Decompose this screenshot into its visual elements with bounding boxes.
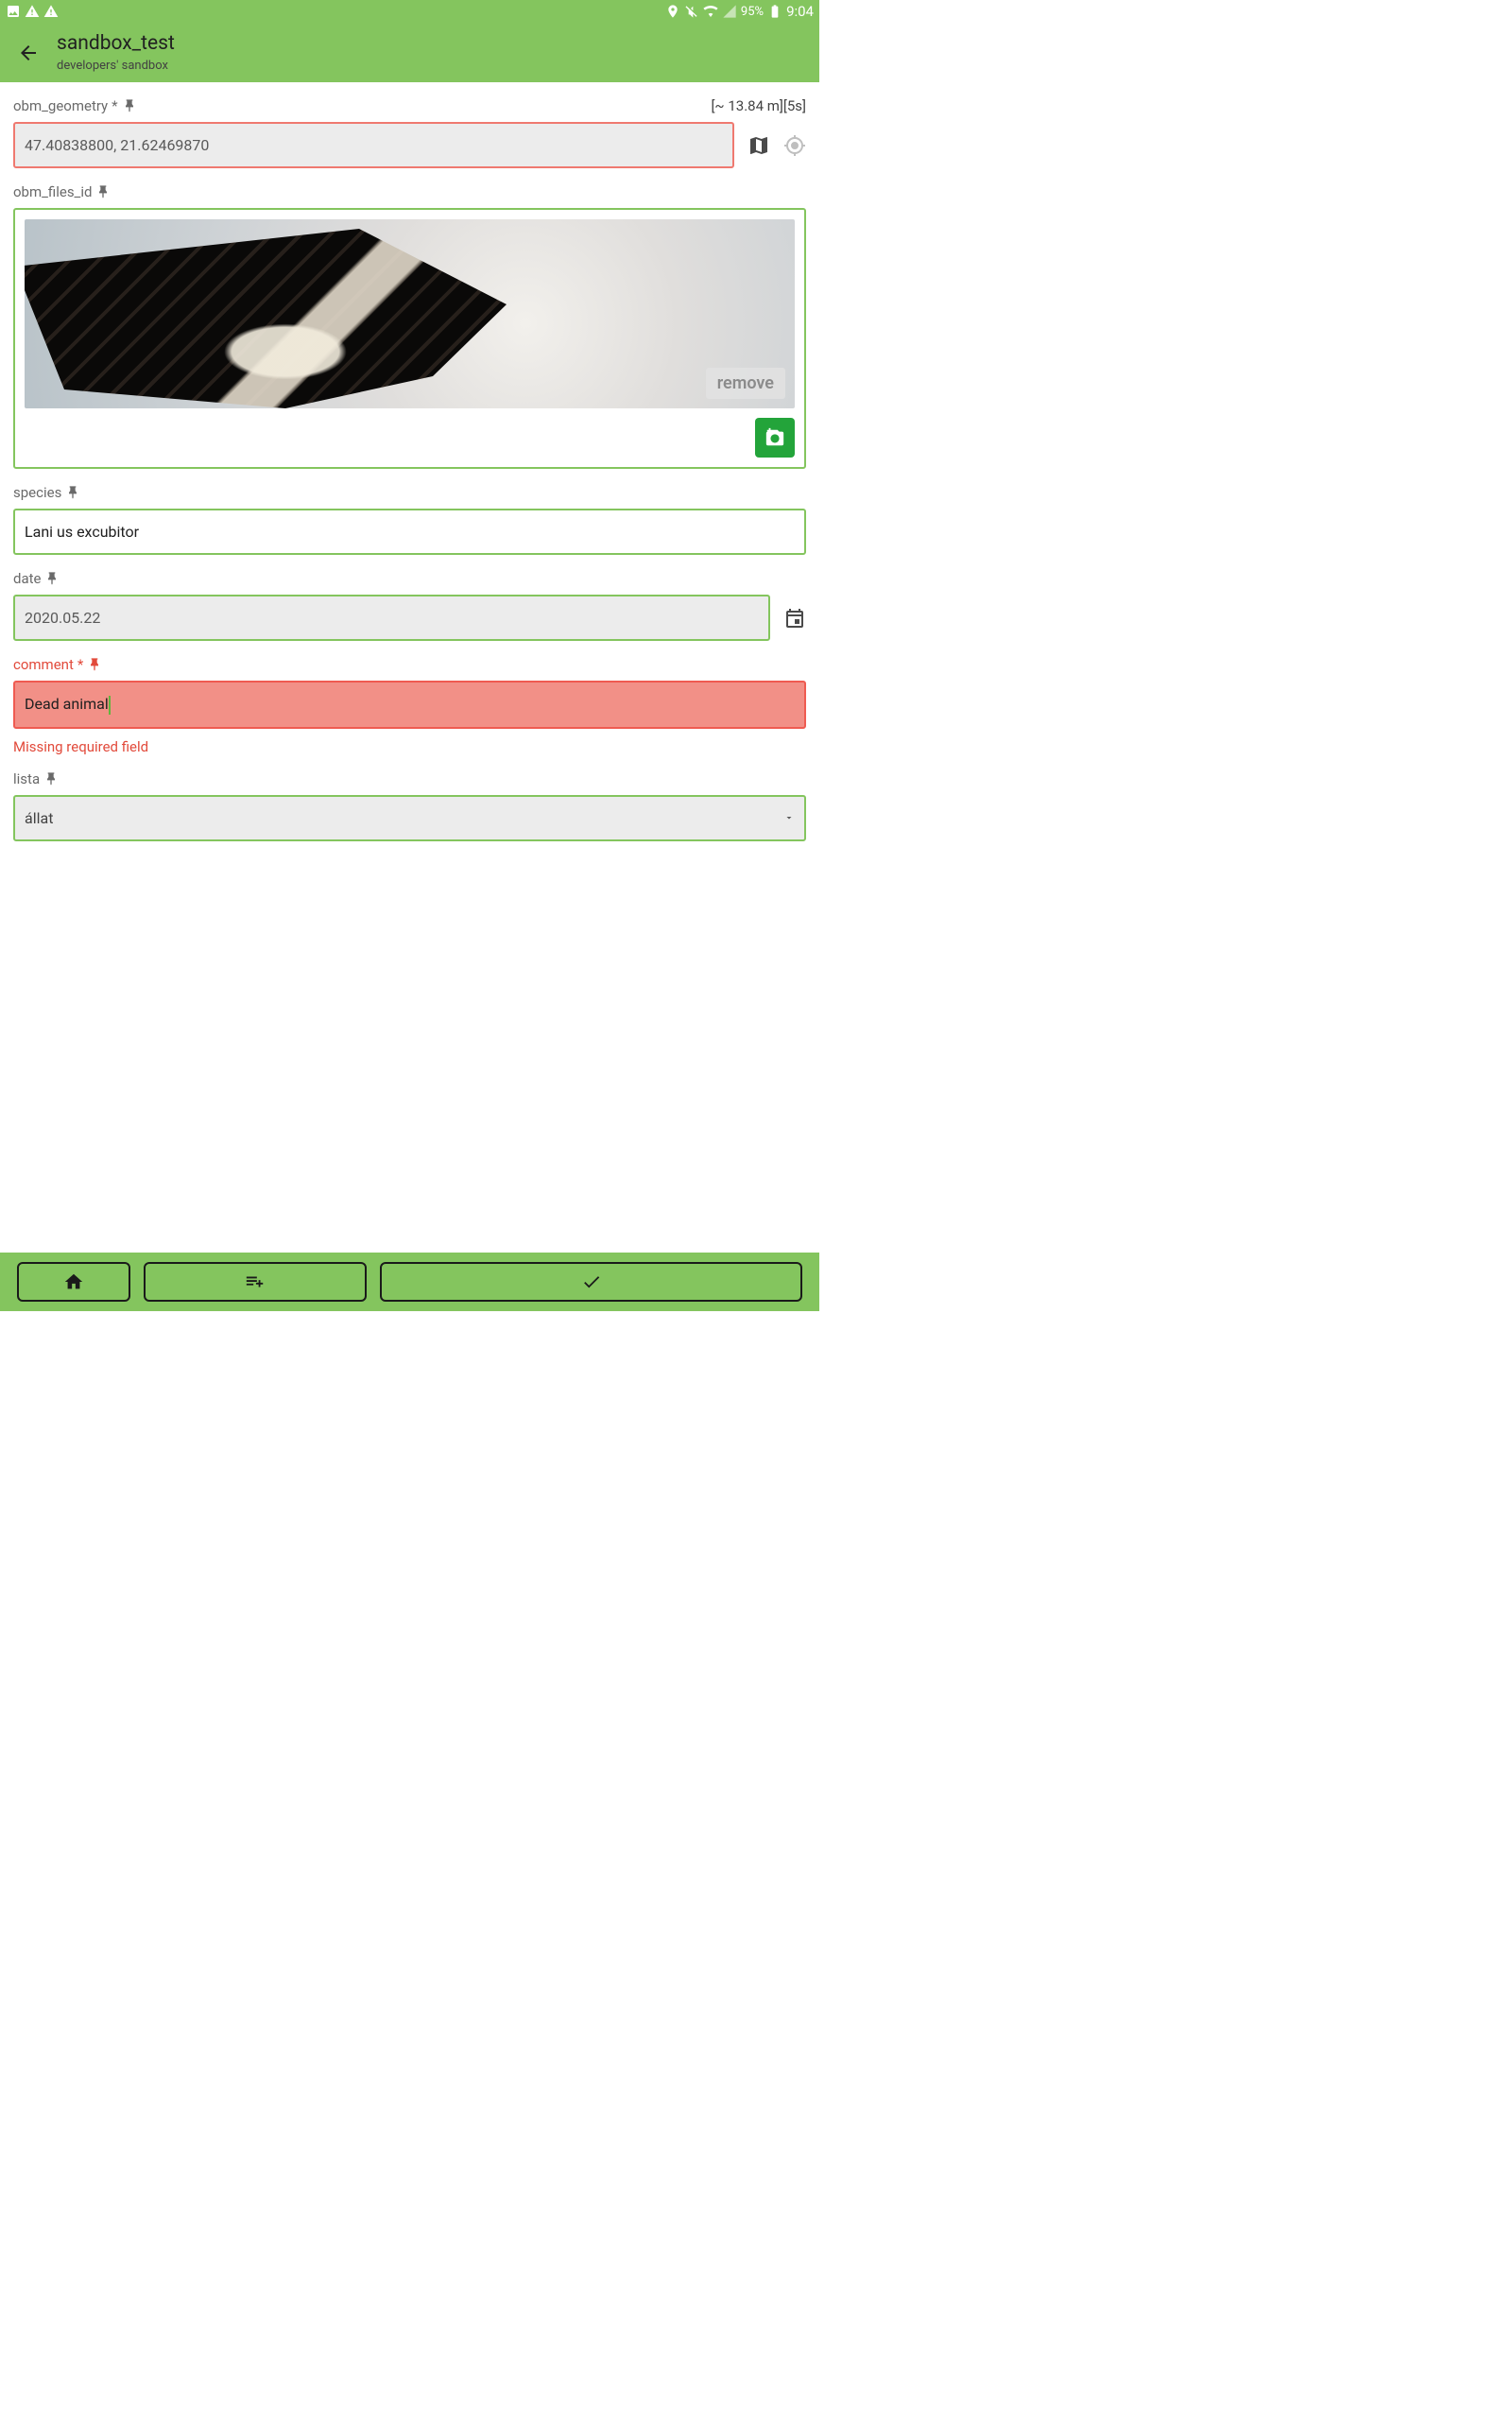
home-icon [63,1271,84,1292]
battery-icon [767,4,782,19]
comment-label: comment [13,656,74,673]
battery-pct: 95% [741,5,764,19]
files-label: obm_files_id [13,183,92,200]
geometry-label: obm_geometry [13,97,108,114]
clock: 9:04 [786,3,814,20]
lista-selected-value: állat [25,809,53,827]
warning-icon [25,4,40,19]
warning-icon [43,4,59,19]
status-bar: 95% 9:04 [0,0,819,23]
page-subtitle: developers' sandbox [57,59,175,73]
image-icon [6,4,21,19]
add-photo-button[interactable] [755,418,795,458]
back-arrow-icon[interactable] [17,42,40,64]
accuracy-text: [~ 13.84 m][5s] [711,97,806,114]
check-icon [581,1271,602,1292]
pin-icon[interactable] [95,184,111,199]
camera-add-icon [765,427,785,448]
date-input[interactable]: 2020.05.22 [13,595,770,641]
gps-icon[interactable] [783,134,806,157]
lista-label: lista [13,770,40,787]
comment-error: Missing required field [13,738,806,755]
bottom-bar [0,1253,819,1311]
pin-icon[interactable] [65,485,80,500]
home-button[interactable] [17,1262,130,1302]
required-asterisk: * [77,656,83,673]
date-label: date [13,570,41,587]
wifi-icon [703,4,718,19]
attached-photo[interactable]: remove [25,219,795,408]
app-bar: sandbox_test developers' sandbox [0,23,819,82]
calendar-icon[interactable] [783,607,806,630]
playlist-add-icon [245,1271,266,1292]
status-left [6,4,59,19]
files-panel: remove [13,208,806,469]
pin-icon[interactable] [43,771,59,786]
remove-photo-button[interactable]: remove [706,368,785,399]
species-label: species [13,484,61,501]
pin-icon[interactable] [44,571,60,586]
confirm-button[interactable] [380,1262,802,1302]
status-right: 95% 9:04 [665,3,814,20]
species-input[interactable]: Lani us excubitor [13,509,806,555]
text-caret [109,696,111,715]
add-to-list-button[interactable] [144,1262,367,1302]
comment-input[interactable]: Dead animal [13,681,806,729]
form-main: obm_geometry * [~ 13.84 m][5s] 47.408388… [0,82,819,1253]
chevron-down-icon [783,812,795,823]
lista-select[interactable]: állat [13,795,806,841]
signal-icon [722,4,737,19]
map-icon[interactable] [747,134,770,157]
pin-icon[interactable] [122,98,137,113]
vibrate-mute-icon [684,4,699,19]
location-icon [665,4,680,19]
pin-icon[interactable] [87,657,102,672]
page-title: sandbox_test [57,32,175,55]
required-asterisk: * [112,97,117,114]
geometry-input[interactable]: 47.40838800, 21.62469870 [13,122,734,168]
